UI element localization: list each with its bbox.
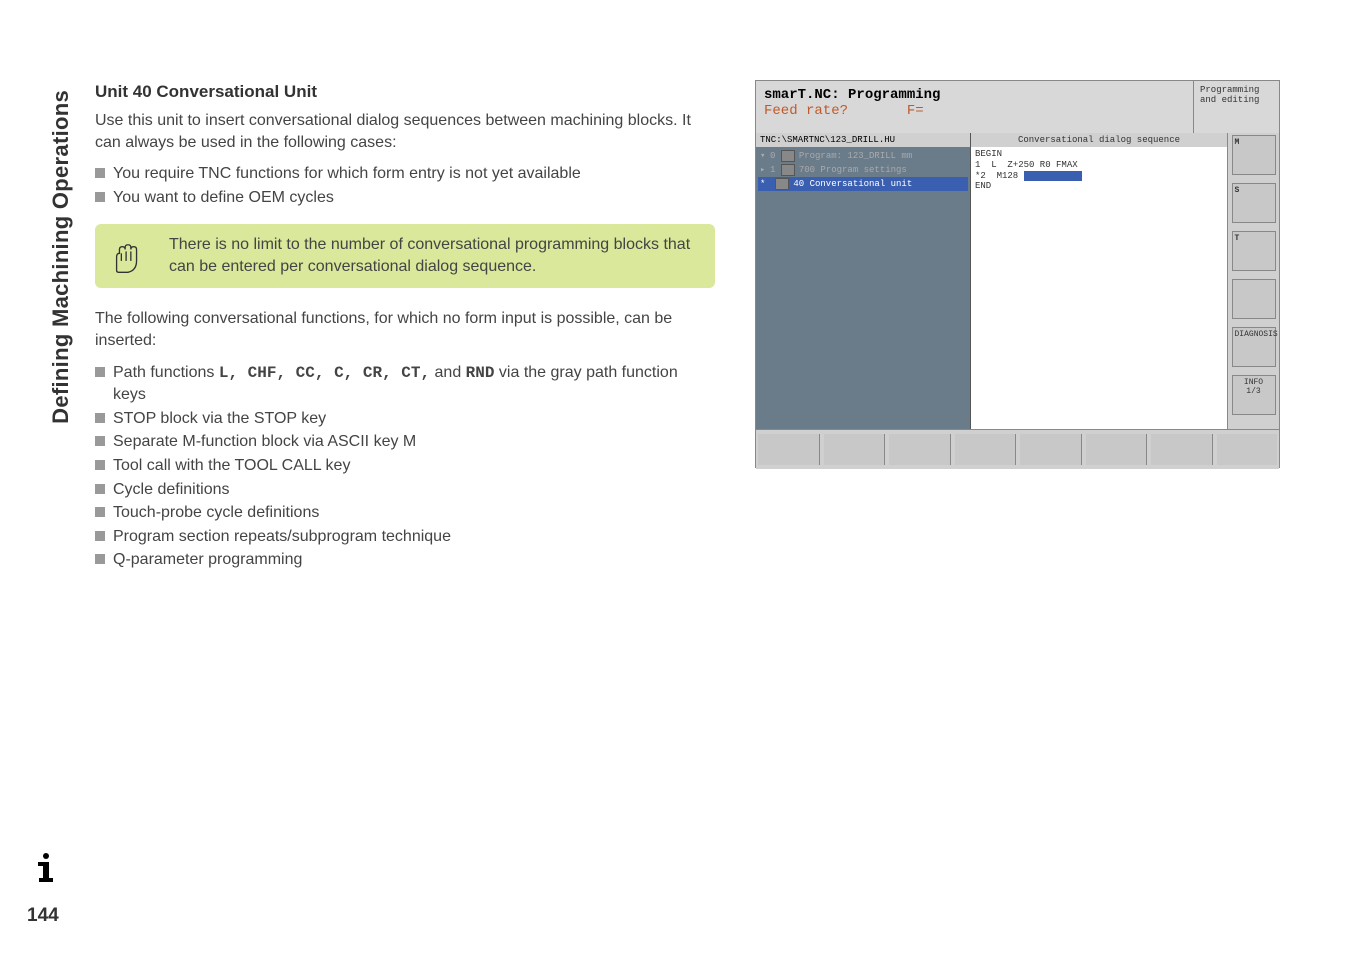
list-item: Q-parameter programming [95, 549, 715, 571]
list-item-text: STOP block via the STOP key [113, 408, 326, 430]
tree-arrow-icon: ▾ [760, 151, 770, 161]
list-item-text: Q-parameter programming [113, 549, 302, 571]
tree-arrow-icon: ▸ [760, 165, 770, 175]
code-block: BEGIN 1 L Z+250 R0 FMAX *2 M128 END [971, 147, 1227, 194]
code-header: Conversational dialog sequence [971, 133, 1227, 147]
list-item-text: You want to define OEM cycles [113, 187, 334, 209]
softkey[interactable] [758, 434, 820, 465]
info-icon [30, 850, 62, 882]
list-item: Separate M-function block via ASCII key … [95, 431, 715, 453]
section-title-vertical: Defining Machining Operations [48, 0, 74, 90]
side-button-blank[interactable] [1232, 279, 1276, 319]
tree-row-selected[interactable]: * 40 Conversational unit [758, 177, 968, 191]
screenshot-header: smarT.NC: Programming Feed rate? F= Prog… [756, 81, 1279, 133]
intro-paragraph: Use this unit to insert conversational d… [95, 110, 715, 153]
note-box: There is no limit to the number of conve… [95, 224, 715, 288]
list-item: Touch-probe cycle definitions [95, 502, 715, 524]
softkey[interactable] [889, 434, 951, 465]
list-item: You require TNC functions for which form… [95, 163, 715, 185]
cnc-screenshot: smarT.NC: Programming Feed rate? F= Prog… [755, 80, 1280, 468]
bullet-icon [95, 554, 105, 564]
bullet-list-a: You require TNC functions for which form… [95, 163, 715, 208]
list-item-text: Tool call with the TOOL CALL key [113, 455, 350, 477]
softkey[interactable] [824, 434, 886, 465]
code-panel: Conversational dialog sequence BEGIN 1 L… [971, 133, 1227, 429]
note-hand-icon [109, 240, 147, 278]
screenshot-header-left: smarT.NC: Programming Feed rate? F= [756, 81, 1194, 133]
screenshot-title: smarT.NC: Programming [764, 87, 1185, 103]
tree-node-icon [781, 164, 795, 176]
bullet-icon [95, 168, 105, 178]
tree-row[interactable]: ▸ 1 700 Program settings [758, 163, 968, 177]
bullet-icon [95, 531, 105, 541]
list-item: Path functions L, CHF, CC, C, CR, CT, an… [95, 362, 715, 406]
paragraph-2: The following conversational functions, … [95, 308, 715, 351]
softkey[interactable] [1151, 434, 1213, 465]
tree-row[interactable]: ▾ 0 Program: 123_DRILL mm [758, 149, 968, 163]
bullet-icon [95, 507, 105, 517]
right-button-bar: M S T DIAGNOSIS INFO 1/3 [1227, 133, 1279, 429]
code-cursor [1024, 171, 1082, 182]
bullet-icon [95, 367, 105, 377]
softkey[interactable] [1020, 434, 1082, 465]
list-item-text: Cycle definitions [113, 479, 230, 501]
softkey-bar [756, 429, 1279, 469]
screenshot-mode: Programming and editing [1194, 81, 1279, 133]
list-item-text: Program section repeats/subprogram techn… [113, 526, 451, 548]
tree-node-icon [775, 178, 789, 190]
list-item: Tool call with the TOOL CALL key [95, 455, 715, 477]
screenshot-tree-panel: TNC:\SMARTNC\123_DRILL.HU ▾ 0 Program: 1… [756, 133, 971, 429]
softkey[interactable] [1086, 434, 1148, 465]
softkey[interactable] [1217, 434, 1278, 465]
unit-heading: Unit 40 Conversational Unit [95, 82, 715, 102]
bullet-icon [95, 460, 105, 470]
list-item-text: You require TNC functions for which form… [113, 163, 581, 185]
list-item-text: Path functions L, CHF, CC, C, CR, CT, an… [113, 362, 715, 406]
code-line: BEGIN [975, 149, 1223, 160]
side-button-s[interactable]: S [1232, 183, 1276, 223]
list-item-text: Separate M-function block via ASCII key … [113, 431, 416, 453]
list-item: Program section repeats/subprogram techn… [95, 526, 715, 548]
code-line: 1 L Z+250 R0 FMAX [975, 160, 1223, 171]
list-item-text: Touch-probe cycle definitions [113, 502, 319, 524]
tree-arrow-icon: * [760, 179, 770, 189]
note-text: There is no limit to the number of conve… [169, 234, 701, 277]
side-button-t[interactable]: T [1232, 231, 1276, 271]
list-item: You want to define OEM cycles [95, 187, 715, 209]
softkey[interactable] [955, 434, 1017, 465]
side-button-diagnosis[interactable]: DIAGNOSIS [1232, 327, 1276, 367]
bullet-icon [95, 192, 105, 202]
list-item: Cycle definitions [95, 479, 715, 501]
side-button-info[interactable]: INFO 1/3 [1232, 375, 1276, 415]
code-line: END [975, 181, 1223, 192]
tree-header: TNC:\SMARTNC\123_DRILL.HU [756, 133, 970, 147]
list-item: STOP block via the STOP key [95, 408, 715, 430]
bullet-icon [95, 484, 105, 494]
bullet-icon [95, 413, 105, 423]
side-button-m[interactable]: M [1232, 135, 1276, 175]
tree-node-icon [781, 150, 795, 162]
screenshot-subtitle: Feed rate? F= [764, 103, 1185, 119]
page-number: 144 [27, 905, 59, 927]
main-content: Unit 40 Conversational Unit Use this uni… [95, 82, 715, 585]
bullet-list-b: Path functions L, CHF, CC, C, CR, CT, an… [95, 362, 715, 571]
bullet-icon [95, 436, 105, 446]
code-line: *2 M128 [975, 171, 1223, 182]
